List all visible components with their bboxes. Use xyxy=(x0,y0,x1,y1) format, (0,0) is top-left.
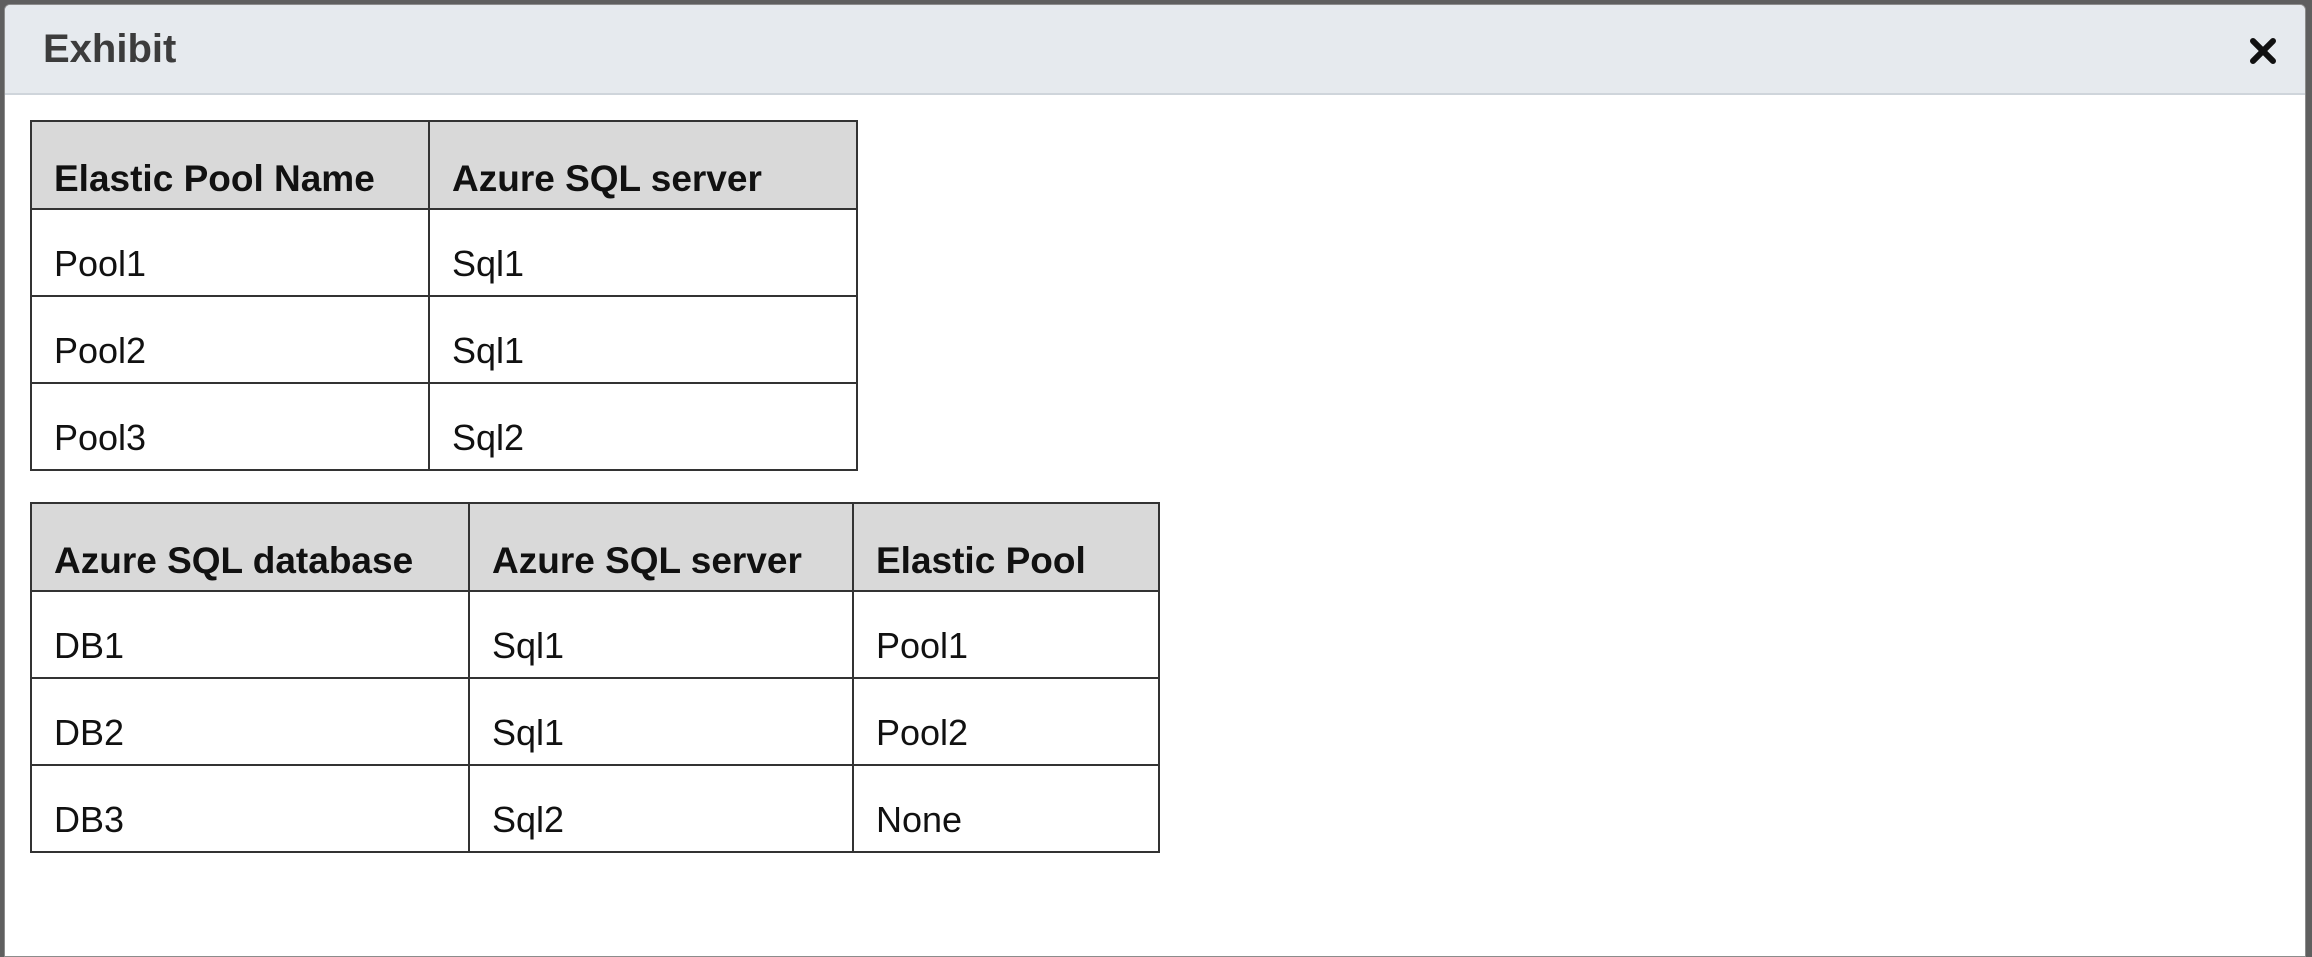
column-header: Azure SQL server xyxy=(428,120,858,210)
table-row: Pool1 Sql1 xyxy=(30,208,858,297)
dialog-title: Exhibit xyxy=(43,27,177,71)
table-cell: Sql2 xyxy=(428,382,858,471)
column-header: Azure SQL database xyxy=(30,502,470,592)
table-cell: Pool1 xyxy=(852,590,1160,679)
table-cell: Sql2 xyxy=(468,764,854,853)
table-header-row: Azure SQL database Azure SQL server Elas… xyxy=(30,502,1160,592)
table-cell: DB2 xyxy=(30,677,470,766)
column-header: Azure SQL server xyxy=(468,502,854,592)
close-button[interactable] xyxy=(2247,35,2279,67)
close-icon xyxy=(2250,38,2276,64)
column-header: Elastic Pool Name xyxy=(30,120,430,210)
table-cell: Pool2 xyxy=(30,295,430,384)
table-cell: Pool2 xyxy=(852,677,1160,766)
azure-sql-databases-table: Azure SQL database Azure SQL server Elas… xyxy=(30,502,1160,853)
table-cell: Sql1 xyxy=(428,295,858,384)
table-cell: Sql1 xyxy=(428,208,858,297)
table-cell: Sql1 xyxy=(468,590,854,679)
table-row: DB2 Sql1 Pool2 xyxy=(30,677,1160,766)
column-header: Elastic Pool xyxy=(852,502,1160,592)
table-header-row: Elastic Pool Name Azure SQL server xyxy=(30,120,858,210)
table-cell: Pool1 xyxy=(30,208,430,297)
dialog-header: Exhibit xyxy=(5,5,2305,95)
table-row: DB3 Sql2 None xyxy=(30,764,1160,853)
table-row: Pool2 Sql1 xyxy=(30,295,858,384)
table-row: Pool3 Sql2 xyxy=(30,382,858,471)
table-row: DB1 Sql1 Pool1 xyxy=(30,590,1160,679)
table-cell: DB1 xyxy=(30,590,470,679)
table-cell: DB3 xyxy=(30,764,470,853)
table-cell: Pool3 xyxy=(30,382,430,471)
elastic-pools-table: Elastic Pool Name Azure SQL server Pool1… xyxy=(30,120,858,471)
table-cell: None xyxy=(852,764,1160,853)
exhibit-dialog: Exhibit Elastic Pool Name Azure SQL serv… xyxy=(4,4,2306,957)
table-cell: Sql1 xyxy=(468,677,854,766)
